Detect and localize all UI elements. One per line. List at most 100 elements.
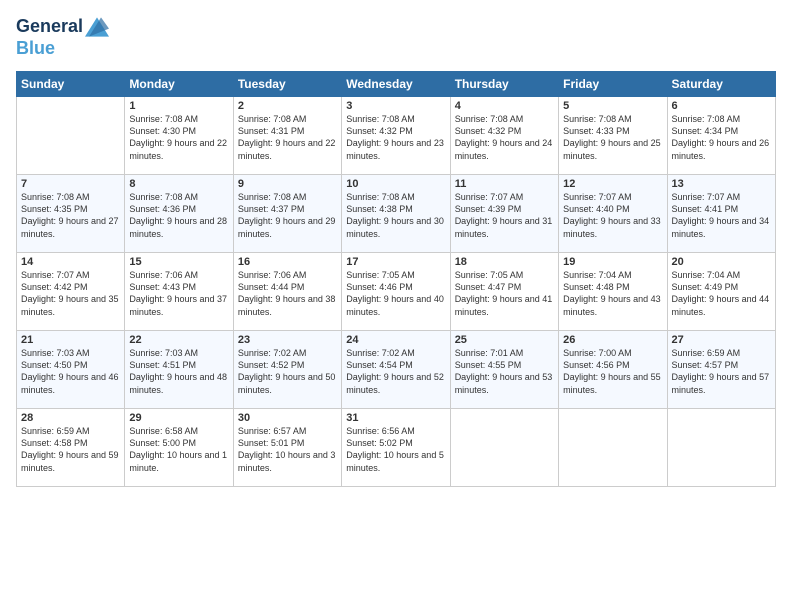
day-number: 22	[129, 334, 228, 346]
calendar-cell: 20 Sunrise: 7:04 AMSunset: 4:49 PMDaylig…	[667, 253, 775, 331]
day-info: Sunrise: 7:06 AMSunset: 4:43 PMDaylight:…	[129, 269, 228, 318]
calendar-cell: 12 Sunrise: 7:07 AMSunset: 4:40 PMDaylig…	[559, 175, 667, 253]
day-info: Sunrise: 7:05 AMSunset: 4:47 PMDaylight:…	[455, 269, 554, 318]
day-info: Sunrise: 7:08 AMSunset: 4:35 PMDaylight:…	[21, 191, 120, 240]
weekday-header: Tuesday	[233, 72, 341, 97]
day-info: Sunrise: 6:58 AMSunset: 5:00 PMDaylight:…	[129, 425, 228, 474]
day-info: Sunrise: 7:07 AMSunset: 4:39 PMDaylight:…	[455, 191, 554, 240]
day-info: Sunrise: 7:08 AMSunset: 4:31 PMDaylight:…	[238, 113, 337, 162]
day-number: 23	[238, 334, 337, 346]
calendar-week-row: 21 Sunrise: 7:03 AMSunset: 4:50 PMDaylig…	[17, 331, 776, 409]
calendar-cell: 26 Sunrise: 7:00 AMSunset: 4:56 PMDaylig…	[559, 331, 667, 409]
calendar-cell: 3 Sunrise: 7:08 AMSunset: 4:32 PMDayligh…	[342, 97, 450, 175]
day-info: Sunrise: 6:57 AMSunset: 5:01 PMDaylight:…	[238, 425, 337, 474]
calendar-cell: 30 Sunrise: 6:57 AMSunset: 5:01 PMDaylig…	[233, 409, 341, 487]
day-number: 7	[21, 178, 120, 190]
calendar-week-row: 14 Sunrise: 7:07 AMSunset: 4:42 PMDaylig…	[17, 253, 776, 331]
day-info: Sunrise: 7:02 AMSunset: 4:52 PMDaylight:…	[238, 347, 337, 396]
calendar-cell: 25 Sunrise: 7:01 AMSunset: 4:55 PMDaylig…	[450, 331, 558, 409]
day-info: Sunrise: 7:03 AMSunset: 4:51 PMDaylight:…	[129, 347, 228, 396]
calendar-cell: 21 Sunrise: 7:03 AMSunset: 4:50 PMDaylig…	[17, 331, 125, 409]
day-info: Sunrise: 7:08 AMSunset: 4:32 PMDaylight:…	[346, 113, 445, 162]
day-info: Sunrise: 7:04 AMSunset: 4:48 PMDaylight:…	[563, 269, 662, 318]
day-info: Sunrise: 7:08 AMSunset: 4:32 PMDaylight:…	[455, 113, 554, 162]
calendar-cell: 13 Sunrise: 7:07 AMSunset: 4:41 PMDaylig…	[667, 175, 775, 253]
day-info: Sunrise: 7:08 AMSunset: 4:33 PMDaylight:…	[563, 113, 662, 162]
day-number: 17	[346, 256, 445, 268]
calendar-cell: 1 Sunrise: 7:08 AMSunset: 4:30 PMDayligh…	[125, 97, 233, 175]
day-info: Sunrise: 7:08 AMSunset: 4:36 PMDaylight:…	[129, 191, 228, 240]
calendar-cell: 16 Sunrise: 7:06 AMSunset: 4:44 PMDaylig…	[233, 253, 341, 331]
calendar-cell	[667, 409, 775, 487]
calendar-cell: 9 Sunrise: 7:08 AMSunset: 4:37 PMDayligh…	[233, 175, 341, 253]
day-number: 20	[672, 256, 771, 268]
day-info: Sunrise: 7:07 AMSunset: 4:42 PMDaylight:…	[21, 269, 120, 318]
day-info: Sunrise: 7:08 AMSunset: 4:30 PMDaylight:…	[129, 113, 228, 162]
day-number: 25	[455, 334, 554, 346]
calendar-cell: 2 Sunrise: 7:08 AMSunset: 4:31 PMDayligh…	[233, 97, 341, 175]
day-number: 6	[672, 100, 771, 112]
day-info: Sunrise: 7:08 AMSunset: 4:34 PMDaylight:…	[672, 113, 771, 162]
calendar-cell: 7 Sunrise: 7:08 AMSunset: 4:35 PMDayligh…	[17, 175, 125, 253]
calendar-week-row: 7 Sunrise: 7:08 AMSunset: 4:35 PMDayligh…	[17, 175, 776, 253]
day-number: 13	[672, 178, 771, 190]
calendar-cell: 17 Sunrise: 7:05 AMSunset: 4:46 PMDaylig…	[342, 253, 450, 331]
day-number: 19	[563, 256, 662, 268]
calendar-cell: 11 Sunrise: 7:07 AMSunset: 4:39 PMDaylig…	[450, 175, 558, 253]
logo: General Blue	[16, 16, 109, 59]
weekday-header: Thursday	[450, 72, 558, 97]
day-info: Sunrise: 6:56 AMSunset: 5:02 PMDaylight:…	[346, 425, 445, 474]
calendar-cell: 24 Sunrise: 7:02 AMSunset: 4:54 PMDaylig…	[342, 331, 450, 409]
calendar-cell: 19 Sunrise: 7:04 AMSunset: 4:48 PMDaylig…	[559, 253, 667, 331]
day-number: 3	[346, 100, 445, 112]
day-number: 31	[346, 412, 445, 424]
calendar-cell: 23 Sunrise: 7:02 AMSunset: 4:52 PMDaylig…	[233, 331, 341, 409]
calendar-cell: 18 Sunrise: 7:05 AMSunset: 4:47 PMDaylig…	[450, 253, 558, 331]
calendar-cell: 15 Sunrise: 7:06 AMSunset: 4:43 PMDaylig…	[125, 253, 233, 331]
calendar-cell: 8 Sunrise: 7:08 AMSunset: 4:36 PMDayligh…	[125, 175, 233, 253]
day-number: 29	[129, 412, 228, 424]
day-info: Sunrise: 7:08 AMSunset: 4:38 PMDaylight:…	[346, 191, 445, 240]
calendar-cell: 4 Sunrise: 7:08 AMSunset: 4:32 PMDayligh…	[450, 97, 558, 175]
day-number: 21	[21, 334, 120, 346]
day-info: Sunrise: 7:05 AMSunset: 4:46 PMDaylight:…	[346, 269, 445, 318]
day-number: 9	[238, 178, 337, 190]
day-info: Sunrise: 7:01 AMSunset: 4:55 PMDaylight:…	[455, 347, 554, 396]
weekday-header: Wednesday	[342, 72, 450, 97]
day-info: Sunrise: 6:59 AMSunset: 4:58 PMDaylight:…	[21, 425, 120, 474]
calendar-cell: 31 Sunrise: 6:56 AMSunset: 5:02 PMDaylig…	[342, 409, 450, 487]
day-number: 4	[455, 100, 554, 112]
day-number: 1	[129, 100, 228, 112]
calendar-week-row: 28 Sunrise: 6:59 AMSunset: 4:58 PMDaylig…	[17, 409, 776, 487]
weekday-header: Monday	[125, 72, 233, 97]
day-number: 27	[672, 334, 771, 346]
day-info: Sunrise: 7:03 AMSunset: 4:50 PMDaylight:…	[21, 347, 120, 396]
calendar-cell	[559, 409, 667, 487]
day-number: 30	[238, 412, 337, 424]
calendar-week-row: 1 Sunrise: 7:08 AMSunset: 4:30 PMDayligh…	[17, 97, 776, 175]
calendar-cell: 27 Sunrise: 6:59 AMSunset: 4:57 PMDaylig…	[667, 331, 775, 409]
calendar-cell: 10 Sunrise: 7:08 AMSunset: 4:38 PMDaylig…	[342, 175, 450, 253]
day-info: Sunrise: 7:02 AMSunset: 4:54 PMDaylight:…	[346, 347, 445, 396]
logo-text: General	[16, 16, 83, 38]
calendar-cell: 28 Sunrise: 6:59 AMSunset: 4:58 PMDaylig…	[17, 409, 125, 487]
calendar-cell: 6 Sunrise: 7:08 AMSunset: 4:34 PMDayligh…	[667, 97, 775, 175]
day-info: Sunrise: 7:04 AMSunset: 4:49 PMDaylight:…	[672, 269, 771, 318]
day-number: 18	[455, 256, 554, 268]
calendar-cell	[450, 409, 558, 487]
day-number: 2	[238, 100, 337, 112]
weekday-header: Sunday	[17, 72, 125, 97]
calendar-cell: 22 Sunrise: 7:03 AMSunset: 4:51 PMDaylig…	[125, 331, 233, 409]
day-number: 15	[129, 256, 228, 268]
weekday-header: Saturday	[667, 72, 775, 97]
weekday-header: Friday	[559, 72, 667, 97]
day-number: 10	[346, 178, 445, 190]
day-info: Sunrise: 7:06 AMSunset: 4:44 PMDaylight:…	[238, 269, 337, 318]
day-number: 14	[21, 256, 120, 268]
day-number: 5	[563, 100, 662, 112]
day-number: 8	[129, 178, 228, 190]
day-info: Sunrise: 7:07 AMSunset: 4:40 PMDaylight:…	[563, 191, 662, 240]
day-info: Sunrise: 7:08 AMSunset: 4:37 PMDaylight:…	[238, 191, 337, 240]
day-number: 11	[455, 178, 554, 190]
day-number: 28	[21, 412, 120, 424]
